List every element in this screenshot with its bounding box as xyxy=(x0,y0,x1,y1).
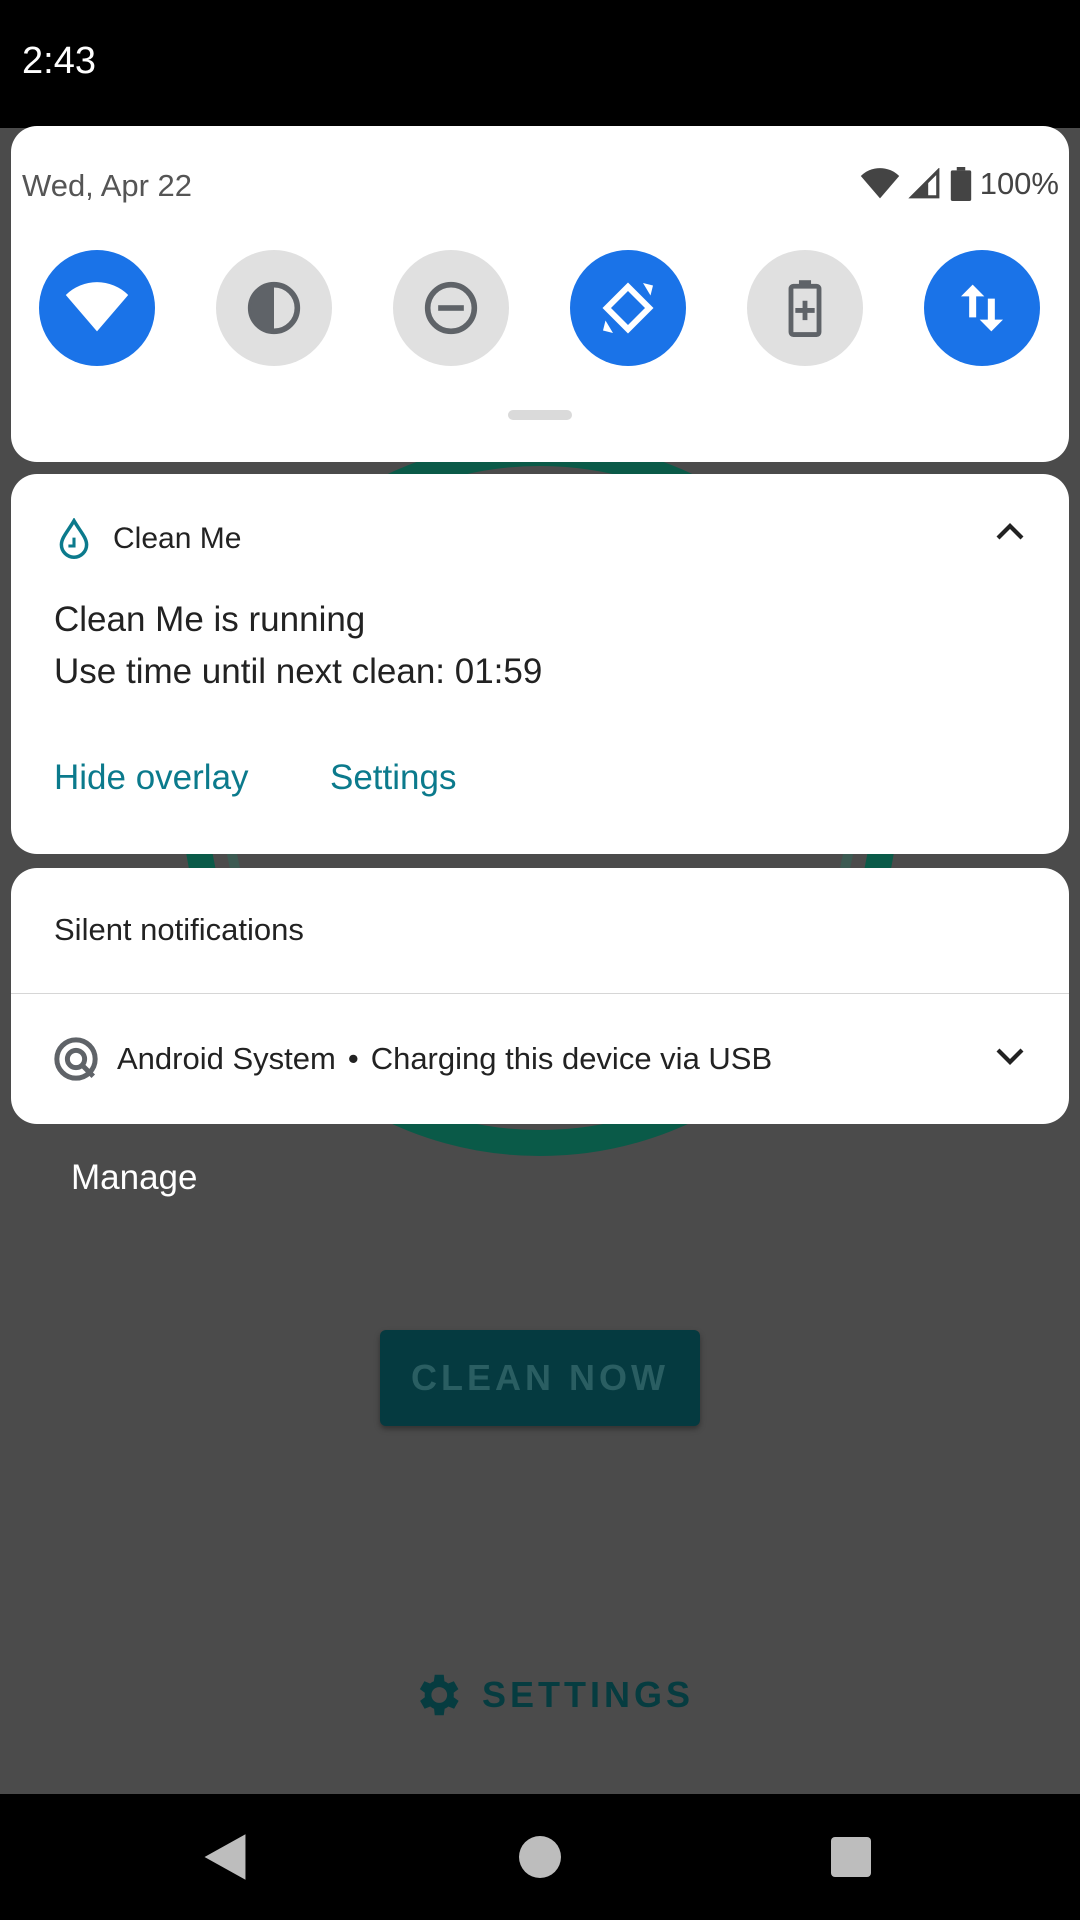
settings-action[interactable]: Settings xyxy=(330,758,456,798)
tile-mobile-data[interactable] xyxy=(924,250,1040,366)
silent-notifications-card: Silent notifications Android System • Ch… xyxy=(11,868,1069,1124)
separator-dot: • xyxy=(347,1041,359,1076)
clean-now-button[interactable]: CLEAN NOW xyxy=(380,1330,700,1426)
battery-saver-icon xyxy=(788,280,822,337)
chevron-up-icon[interactable] xyxy=(995,522,1025,542)
hide-overlay-action[interactable]: Hide overlay xyxy=(54,758,249,798)
quick-settings-panel: Wed, Apr 22 100% xyxy=(11,126,1069,462)
android-system-notification[interactable]: Android System • Charging this device vi… xyxy=(53,1036,772,1082)
recents-icon xyxy=(831,1837,871,1877)
tile-wifi[interactable] xyxy=(39,250,155,366)
notification-app-name: Clean Me xyxy=(113,522,242,555)
home-button[interactable] xyxy=(507,1824,573,1890)
divider xyxy=(11,993,1069,994)
dnd-icon xyxy=(424,281,478,335)
status-clock: 2:43 xyxy=(22,40,96,82)
android-system-app: Android System xyxy=(117,1041,336,1076)
back-icon xyxy=(204,1834,246,1880)
clean-now-label: CLEAN NOW xyxy=(411,1357,669,1398)
qs-date: Wed, Apr 22 xyxy=(22,168,193,203)
recents-button[interactable] xyxy=(818,1824,884,1890)
rotate-icon xyxy=(602,282,654,334)
app-settings-button[interactable]: SETTINGS xyxy=(410,1660,694,1730)
data-arrows-icon xyxy=(961,284,1003,332)
wifi-status-icon xyxy=(860,168,899,199)
notification-text: Use time until next clean: 01:59 xyxy=(54,652,543,691)
android-system-text: Charging this device via USB xyxy=(370,1041,773,1076)
wifi-icon xyxy=(65,282,129,332)
tile-dark-theme[interactable] xyxy=(216,250,332,366)
android-system-icon xyxy=(54,1037,98,1081)
droplet-clock-icon xyxy=(59,518,89,559)
silent-notifications-header: Silent notifications xyxy=(54,912,304,947)
clean-me-notification[interactable]: Clean Me Clean Me is running Use time un… xyxy=(11,474,1069,854)
contrast-icon xyxy=(247,281,301,335)
gear-icon xyxy=(419,1674,459,1716)
back-button[interactable] xyxy=(192,1824,258,1890)
tile-auto-rotate[interactable] xyxy=(570,250,686,366)
chevron-down-icon[interactable] xyxy=(995,1046,1025,1066)
home-icon xyxy=(519,1836,561,1878)
notification-title: Clean Me is running xyxy=(54,600,366,639)
qs-drag-handle[interactable] xyxy=(508,410,572,420)
status-bar: 2:43 xyxy=(0,0,1080,128)
app-settings-label: SETTINGS xyxy=(482,1674,695,1715)
manage-button[interactable]: Manage xyxy=(71,1158,197,1198)
notification-header: Clean Me xyxy=(57,518,241,560)
battery-icon xyxy=(950,167,971,201)
signal-icon xyxy=(908,168,940,199)
battery-percent: 100% xyxy=(979,166,1059,201)
tile-battery-saver[interactable] xyxy=(747,250,863,366)
tile-dnd[interactable] xyxy=(393,250,509,366)
qs-status-icons: 100% xyxy=(860,166,1059,202)
navigation-bar xyxy=(0,1794,1080,1920)
